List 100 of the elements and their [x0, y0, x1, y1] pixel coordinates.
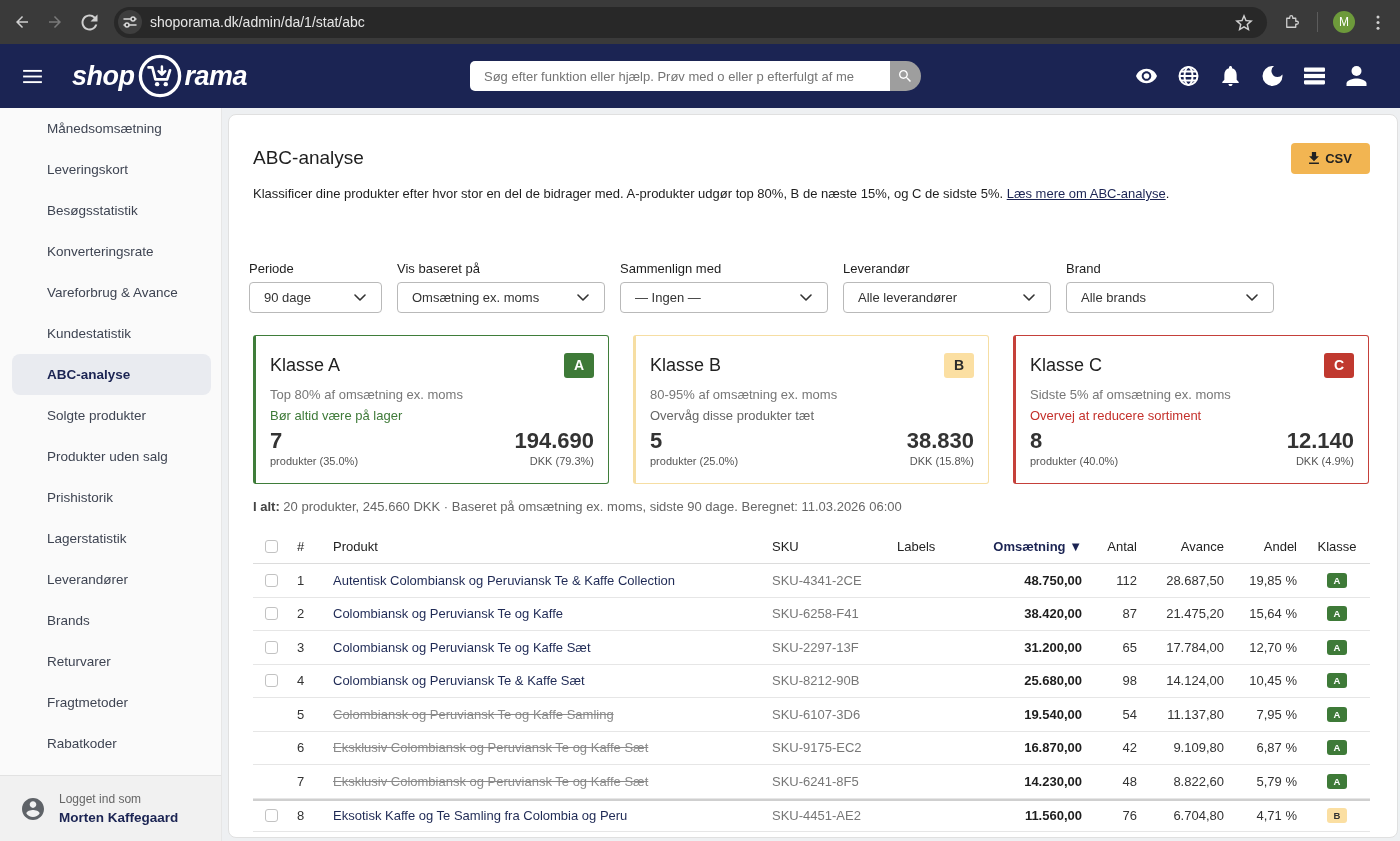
product-link[interactable]: Colombiansk og Peruviansk Te og Kaffe: [333, 606, 564, 622]
search-button[interactable]: [890, 61, 921, 91]
sidebar-item[interactable]: Konverteringsrate: [12, 231, 211, 272]
profit-value: 17.784,00: [1166, 639, 1224, 655]
column-header[interactable]: Andel: [1263, 539, 1297, 554]
forward-arrow-icon[interactable]: [46, 13, 64, 31]
column-header[interactable]: Antal: [1107, 539, 1137, 554]
login-caption: Logget ind som: [59, 790, 143, 808]
product-link[interactable]: Colombiansk og Peruviansk Te & Kaffe Sæt: [333, 673, 585, 689]
share-value: 10,45 %: [1249, 673, 1297, 689]
search-field[interactable]: Søg efter funktion eller hjælp. Prøv med o eller p efterfulgt af me: [470, 61, 890, 91]
dropdown[interactable]: Omsætning ex. moms: [397, 282, 605, 313]
sidebar-item[interactable]: Månedsomsætning: [12, 108, 211, 149]
card-title: Klasse C: [1030, 354, 1103, 376]
sku-text: SKU-9175-EC2: [772, 740, 862, 756]
sidebar-item[interactable]: ABC-analyse: [12, 354, 211, 395]
bell-icon[interactable]: [1220, 66, 1241, 86]
checkbox[interactable]: [264, 640, 278, 654]
eye-icon[interactable]: [1136, 66, 1157, 86]
checkbox[interactable]: [264, 674, 278, 688]
revenue-value: 48.750,00: [1024, 572, 1082, 588]
sliders-icon[interactable]: [118, 10, 142, 34]
row-number: 6: [297, 740, 305, 756]
star-icon[interactable]: [1235, 13, 1253, 31]
column-header[interactable]: Klasse: [1317, 539, 1357, 554]
stacked-bars-icon[interactable]: [1304, 66, 1325, 86]
more-menu-icon[interactable]: [1376, 14, 1380, 30]
globe-icon[interactable]: [1178, 66, 1199, 86]
card-note: Bør altid være på lager: [270, 407, 404, 425]
revenue-amount: 38.830: [906, 428, 974, 454]
moon-icon[interactable]: [1262, 66, 1283, 86]
csv-button[interactable]: CSV: [1291, 142, 1370, 174]
column-header[interactable]: #: [297, 539, 305, 554]
sidebar-item[interactable]: Fragtmetoder: [12, 682, 211, 723]
sku-text: SKU-6107-3D6: [772, 706, 861, 722]
profit-value: 11.137,80: [1167, 706, 1224, 722]
amount-caption: DKK (15.8%): [909, 454, 974, 468]
column-header[interactable]: SKU: [772, 539, 799, 554]
card-note: Overvåg disse produkter tæt: [650, 407, 816, 425]
row-number: 1: [297, 572, 305, 588]
count-caption: produkter (35.0%): [270, 454, 359, 468]
dropdown[interactable]: Alle leverandører: [843, 282, 1051, 313]
checkbox[interactable]: [264, 607, 278, 621]
column-header[interactable]: Omsætning ▼: [993, 539, 1082, 554]
dropdown[interactable]: Alle brands: [1066, 282, 1274, 313]
menu-icon[interactable]: [23, 68, 42, 84]
share-value: 12,70 %: [1249, 639, 1297, 655]
column-header[interactable]: Avance: [1180, 539, 1224, 554]
checkbox[interactable]: [264, 540, 278, 553]
person-icon[interactable]: [1346, 66, 1367, 86]
sidebar-item[interactable]: Lagerstatistik: [12, 518, 211, 559]
product-link[interactable]: Autentisk Colombiansk og Peruviansk Te & Kaffe Collection: [333, 572, 676, 588]
logo-text: rama: [184, 60, 248, 93]
revenue-amount: 194.690: [514, 428, 594, 454]
product-link[interactable]: Eksklusiv Colombiansk og Peruviansk Te og Kaffe Sæt: [333, 773, 649, 789]
card-title: Klasse B: [650, 354, 722, 376]
product-link[interactable]: Eksklusiv Colombiansk og Peruviansk Te og Kaffe Sæt: [333, 740, 649, 756]
sidebar-item[interactable]: Leverandører: [12, 559, 211, 600]
dropdown[interactable]: — Ingen —: [620, 282, 828, 313]
puzzle-icon[interactable]: [1283, 13, 1301, 31]
intro-text: Klassificer dine produkter efter hvor stor en del de bidrager med. A-produkter udgør top 80%, B de næste 15%, og C de sidste 5%. Læs mere om ABC-analyse.: [253, 185, 1171, 203]
sidebar-item[interactable]: Brands: [12, 600, 211, 641]
revenue-value: 14.230,00: [1024, 773, 1082, 789]
sidebar-item[interactable]: Solgte produkter: [12, 395, 211, 436]
sidebar-item[interactable]: Produkter uden salg: [12, 436, 211, 477]
reload-icon[interactable]: [81, 13, 98, 31]
class-badge: A: [1327, 639, 1347, 655]
card-title: Klasse A: [270, 354, 341, 376]
address-bar[interactable]: shoporama.dk/admin/da/1/stat/abc: [114, 6, 1267, 38]
quantity-value: 112: [1116, 572, 1137, 588]
dropdown[interactable]: 90 dage: [249, 282, 382, 313]
card-description: Top 80% af omsætning ex. moms: [270, 386, 464, 404]
card-description: 80-95% af omsætning ex. moms: [650, 386, 839, 404]
product-link[interactable]: Colombiansk og Peruviansk Te og Kaffe Samling: [333, 706, 614, 722]
sidebar-item[interactable]: Rabatkoder: [12, 723, 211, 764]
checkbox[interactable]: [264, 809, 278, 823]
sidebar-item[interactable]: Prishistorik: [12, 477, 211, 518]
user-name: Morten Kaffegaard: [59, 808, 179, 827]
filter-label: Brand: [1066, 261, 1102, 277]
checkbox[interactable]: [264, 573, 278, 587]
column-header[interactable]: Produkt: [333, 539, 378, 554]
class-badge: B: [1327, 808, 1347, 824]
profit-value: 21.475,20: [1166, 606, 1224, 622]
quantity-value: 48: [1122, 773, 1137, 789]
product-link[interactable]: Eksotisk Kaffe og Te Samling fra Colombia og Peru: [333, 808, 628, 824]
sidebar-item[interactable]: Vareforbrug & Avance: [12, 272, 211, 313]
sidebar-item[interactable]: Returvarer: [12, 641, 211, 682]
product-link[interactable]: Colombiansk og Peruviansk Te og Kaffe Sæt: [333, 639, 591, 655]
learn-more-link[interactable]: Læs mere om ABC-analyse: [1006, 186, 1166, 201]
sku-text: SKU-4341-2CE: [772, 572, 862, 588]
sidebar-item[interactable]: Kundestatistik: [12, 313, 211, 354]
sidebar-item[interactable]: Besøgsstatistik: [12, 190, 211, 231]
chevron-down-icon: [800, 294, 812, 301]
count-caption: produkter (40.0%): [1030, 454, 1119, 468]
sidebar-item[interactable]: Leveringskort: [12, 149, 211, 190]
class-badge: A: [564, 352, 594, 378]
filter-label: Leverandør: [843, 261, 911, 277]
column-header[interactable]: Labels: [897, 539, 936, 554]
revenue-value: 11.560,00: [1024, 808, 1082, 824]
class-badge: A: [1327, 740, 1347, 756]
